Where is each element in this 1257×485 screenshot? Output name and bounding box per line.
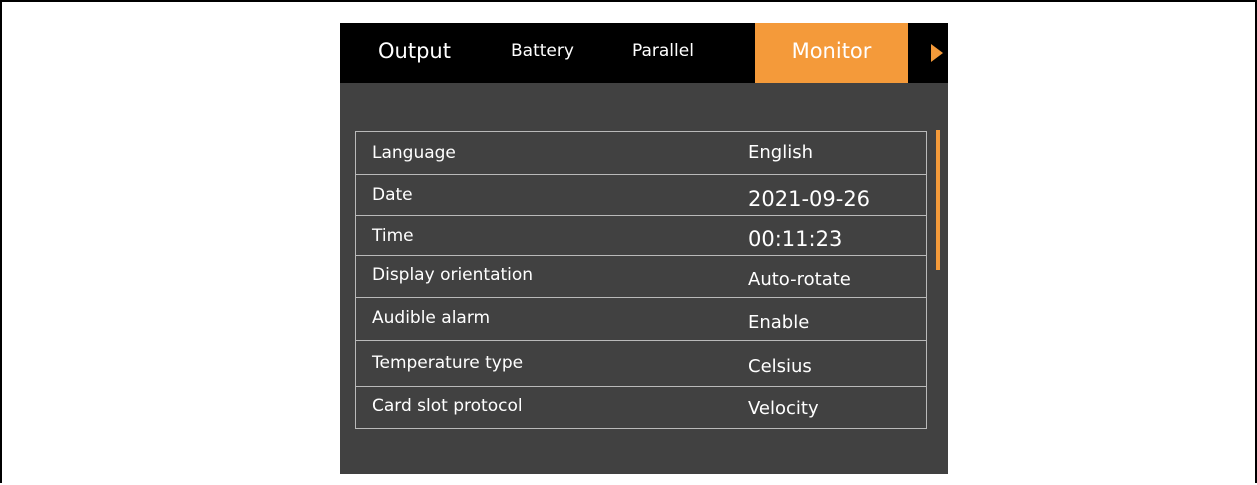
- settings-table: Language English Date 2021-09-26 Time 00…: [355, 131, 927, 429]
- setting-row-language[interactable]: Language English: [356, 132, 926, 175]
- setting-label: Time: [372, 226, 414, 246]
- setting-row-audible-alarm[interactable]: Audible alarm Enable: [356, 298, 926, 341]
- setting-label: Audible alarm: [372, 308, 491, 328]
- setting-value: Celsius: [748, 356, 812, 377]
- setting-label: Temperature type: [372, 353, 524, 373]
- tab-bar: Output Battery Parallel Monitor: [340, 23, 948, 83]
- setting-label: Date: [372, 185, 413, 205]
- scrollbar[interactable]: [936, 130, 940, 270]
- setting-row-time[interactable]: Time 00:11:23: [356, 216, 926, 256]
- tab-monitor[interactable]: Monitor: [755, 23, 908, 83]
- tab-parallel[interactable]: Parallel: [632, 23, 694, 83]
- setting-label: Display orientation: [372, 265, 534, 285]
- setting-value: Auto-rotate: [748, 269, 851, 290]
- setting-value: Velocity: [748, 398, 819, 419]
- setting-row-display-orientation[interactable]: Display orientation Auto-rotate: [356, 256, 926, 298]
- tab-output[interactable]: Output: [378, 23, 451, 83]
- setting-value: English: [748, 142, 813, 163]
- setting-label: Language: [372, 143, 456, 163]
- setting-row-temperature-type[interactable]: Temperature type Celsius: [356, 341, 926, 387]
- setting-value: Enable: [748, 312, 810, 333]
- tab-battery[interactable]: Battery: [511, 23, 574, 83]
- setting-row-card-slot-protocol[interactable]: Card slot protocol Velocity: [356, 387, 926, 428]
- setting-value: 2021-09-26: [748, 187, 871, 211]
- setting-value: 00:11:23: [748, 227, 843, 251]
- setting-label: Card slot protocol: [372, 396, 523, 416]
- play-arrow-icon[interactable]: [931, 44, 943, 62]
- setting-row-date[interactable]: Date 2021-09-26: [356, 175, 926, 216]
- device-screen: Output Battery Parallel Monitor Language…: [340, 23, 948, 474]
